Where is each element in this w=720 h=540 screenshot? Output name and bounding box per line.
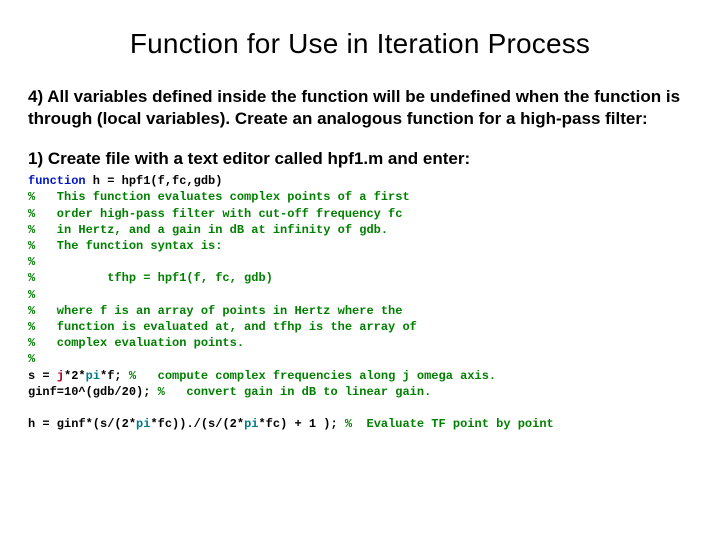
code-text: *fc))./(s/(2* bbox=[150, 417, 244, 431]
code-text: *fc) + 1 ); bbox=[258, 417, 344, 431]
const-pi: pi bbox=[136, 417, 150, 431]
comment-line: % The function syntax is: bbox=[28, 239, 222, 253]
paragraph-point-4: 4) All variables defined inside the func… bbox=[28, 86, 692, 130]
code-text: s = bbox=[28, 369, 57, 383]
imag-j: j bbox=[57, 369, 64, 383]
comment-line: % order high-pass filter with cut-off fr… bbox=[28, 207, 402, 221]
step-1-heading: 1) Create file with a text editor called… bbox=[28, 148, 692, 170]
code-block: function h = hpf1(f,fc,gdb) % This funct… bbox=[28, 173, 692, 432]
const-pi: pi bbox=[244, 417, 258, 431]
slide: Function for Use in Iteration Process 4)… bbox=[0, 0, 720, 452]
comment-line: % function is evaluated at, and tfhp is … bbox=[28, 320, 417, 334]
comment-line: % tfhp = hpf1(f, fc, gdb) bbox=[28, 271, 273, 285]
slide-title: Function for Use in Iteration Process bbox=[28, 28, 692, 60]
code-text: ginf=10^(gdb/20); bbox=[28, 385, 158, 399]
comment-line: % bbox=[28, 255, 35, 269]
comment-line: % complex evaluation points. bbox=[28, 336, 244, 350]
code-text: h = ginf*(s/(2* bbox=[28, 417, 136, 431]
comment-line: % This function evaluates complex points… bbox=[28, 190, 410, 204]
comment-line: % in Hertz, and a gain in dB at infinity… bbox=[28, 223, 388, 237]
comment-inline: % convert gain in dB to linear gain. bbox=[158, 385, 432, 399]
code-text: *f; bbox=[100, 369, 129, 383]
comment-inline: % Evaluate TF point by point bbox=[345, 417, 554, 431]
keyword-function: function bbox=[28, 174, 86, 188]
const-pi: pi bbox=[86, 369, 100, 383]
comment-line: % bbox=[28, 288, 35, 302]
comment-line: % bbox=[28, 352, 35, 366]
code-text: *2* bbox=[64, 369, 86, 383]
comment-inline: % compute complex frequencies along j om… bbox=[129, 369, 496, 383]
function-signature: h = hpf1(f,fc,gdb) bbox=[86, 174, 223, 188]
comment-line: % where f is an array of points in Hertz… bbox=[28, 304, 402, 318]
